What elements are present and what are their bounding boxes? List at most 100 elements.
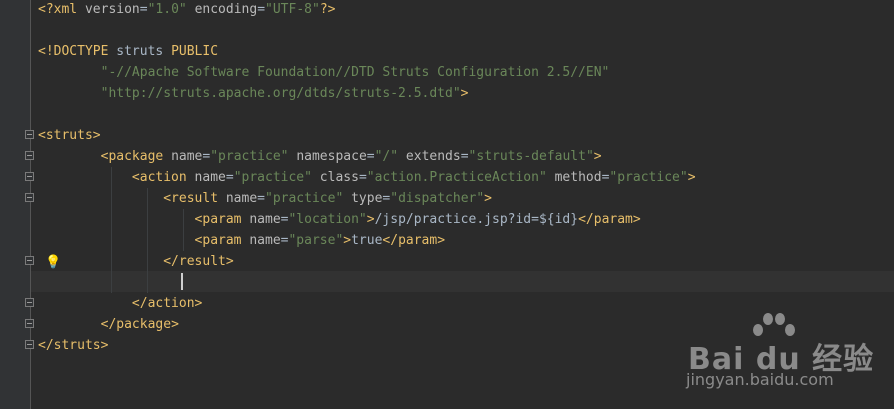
fold-toggle-icon[interactable]: [25, 130, 34, 139]
code-token: "dispatcher": [390, 191, 485, 206]
code-token: name: [249, 212, 281, 227]
code-token: <?xml: [38, 2, 85, 17]
code-line[interactable]: <action name="practice" class="action.Pr…: [38, 167, 696, 188]
code-line[interactable]: <param name="parse">true</param>: [38, 230, 446, 251]
code-token: struts: [116, 44, 172, 59]
code-line[interactable]: </package>: [38, 314, 179, 335]
code-token: <!DOCTYPE: [38, 44, 117, 59]
code-line[interactable]: <struts>: [38, 125, 101, 146]
code-token: <param: [194, 212, 250, 227]
code-line[interactable]: </action>: [38, 293, 202, 314]
code-token: namespace: [296, 149, 367, 164]
code-token: =: [257, 191, 265, 206]
code-token: name: [249, 233, 281, 248]
code-token: </package>: [100, 317, 179, 332]
code-token: >: [593, 149, 602, 164]
code-token: "practice": [210, 149, 289, 164]
code-token: "practice": [609, 170, 688, 185]
code-token: encoding: [194, 2, 258, 17]
code-token: </param>: [578, 212, 641, 227]
code-token: class: [319, 170, 359, 185]
code-line[interactable]: "http://struts.apache.org/dtds/struts-2.…: [38, 83, 469, 104]
code-token: </param>: [382, 233, 446, 248]
code-token: ?>: [319, 2, 336, 17]
code-token: "UTF-8": [265, 2, 320, 17]
code-token: >: [687, 170, 696, 185]
code-token: </struts>: [38, 338, 109, 353]
code-token: </action>: [131, 296, 203, 311]
code-token: "http://struts.apache.org/dtds/struts-2.…: [100, 86, 461, 101]
code-token: extends: [405, 149, 461, 164]
code-token: =: [460, 149, 469, 164]
code-token: =: [257, 2, 266, 17]
fold-toggle-icon[interactable]: [25, 340, 34, 349]
code-token: >: [484, 191, 492, 206]
code-token: true: [351, 233, 383, 248]
code-token: =: [366, 149, 375, 164]
code-token: >: [343, 233, 352, 248]
code-token: </result>: [163, 254, 234, 269]
text-caret: [181, 273, 183, 290]
code-token: "parse": [288, 233, 344, 248]
code-line[interactable]: </result>: [38, 251, 234, 272]
code-token: "/": [374, 149, 399, 164]
code-token: "location": [288, 212, 367, 227]
fold-toggle-icon[interactable]: [25, 151, 34, 160]
code-token: method: [554, 170, 602, 185]
code-token: >: [460, 86, 469, 101]
code-token: name: [194, 170, 226, 185]
code-token: type: [351, 191, 383, 206]
code-token: version: [84, 2, 140, 17]
code-token: "action.PracticeAction": [366, 170, 547, 185]
fold-toggle-icon[interactable]: [25, 298, 34, 307]
code-token: name: [171, 149, 203, 164]
code-token: "practice": [265, 191, 344, 206]
code-token: "practice": [233, 170, 312, 185]
code-token: PUBLIC: [171, 44, 219, 59]
code-token: /jsp/practice.jsp?id=${id}: [374, 212, 579, 227]
fold-toggle-icon[interactable]: [25, 256, 34, 265]
code-line[interactable]: </struts>: [38, 335, 108, 356]
code-token: "-//Apache Software Foundation//DTD Stru…: [100, 65, 610, 80]
code-token: <struts>: [38, 128, 101, 143]
code-token: <param: [194, 233, 250, 248]
code-token: "struts-default": [468, 149, 594, 164]
code-token: =: [139, 2, 148, 17]
code-line[interactable]: <param name="location">/jsp/practice.jsp…: [38, 209, 641, 230]
current-line-highlight: [31, 271, 894, 292]
code-line[interactable]: "-//Apache Software Foundation//DTD Stru…: [38, 62, 610, 83]
code-token: =: [225, 170, 234, 185]
code-token: <action: [131, 170, 195, 185]
code-line[interactable]: <?xml version="1.0" encoding="UTF-8"?>: [38, 0, 335, 20]
code-line[interactable]: <package name="practice" namespace="/" e…: [38, 146, 602, 167]
code-token: >: [366, 212, 375, 227]
code-token: "1.0": [147, 2, 187, 17]
code-token: <result: [163, 191, 226, 206]
code-line[interactable]: <!DOCTYPE struts PUBLIC: [38, 41, 218, 62]
watermark: Bai du 经验 jingyan.baidu.com: [684, 310, 884, 405]
fold-toggle-icon[interactable]: [25, 319, 34, 328]
fold-toggle-icon[interactable]: [25, 172, 34, 181]
watermark-url: jingyan.baidu.com: [686, 370, 834, 389]
fold-toggle-icon[interactable]: [25, 193, 34, 202]
code-token: =: [358, 170, 367, 185]
code-line[interactable]: <result name="practice" type="dispatcher…: [38, 188, 492, 209]
code-token: <package: [100, 149, 172, 164]
code-editor[interactable]: 💡 <?xml version="1.0" encoding="UTF-8"?>…: [0, 0, 894, 409]
code-token: name: [225, 191, 258, 206]
